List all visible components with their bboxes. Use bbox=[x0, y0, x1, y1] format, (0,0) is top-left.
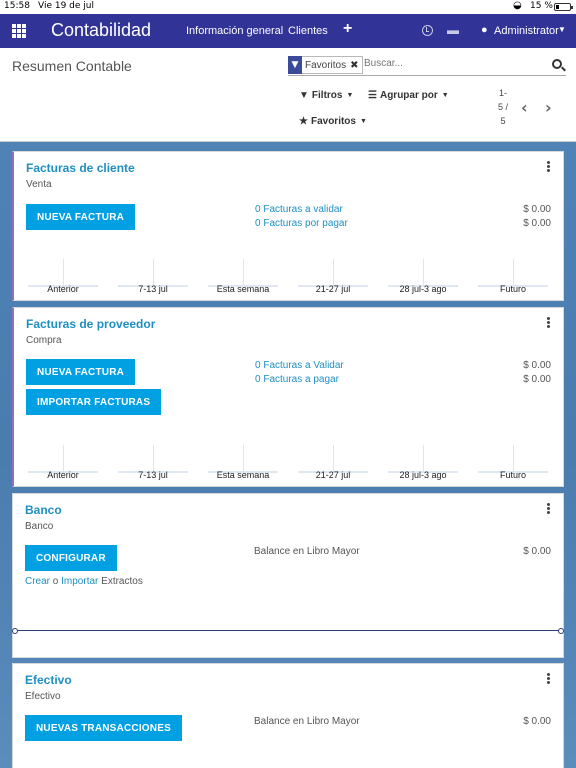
pager-value[interactable]: 1- 5 / 5 bbox=[492, 86, 514, 128]
search-icon[interactable] bbox=[552, 59, 562, 69]
search-input[interactable] bbox=[364, 58, 544, 69]
filters-dropdown[interactable]: ▼ Filtros ▼ bbox=[299, 90, 353, 101]
invoices-to-validate-link[interactable]: 0 Facturas a validar bbox=[255, 204, 343, 215]
configure-button[interactable]: CONFIGURAR bbox=[25, 545, 117, 571]
journal-card-bank: Banco Banco CONFIGURAR Balance en Libro … bbox=[12, 493, 564, 658]
kebab-menu-icon[interactable] bbox=[547, 673, 550, 685]
invoice-bar-graph[interactable]: Anterior 7-13 jul Esta semana 21-27 jul … bbox=[26, 259, 554, 294]
top-navbar: Contabilidad Información general Cliente… bbox=[0, 14, 576, 48]
filter-icon: ▼ bbox=[299, 90, 309, 101]
wifi-icon: ◒ bbox=[513, 0, 522, 11]
graph-label: 7-13 jul bbox=[138, 284, 168, 294]
amount-value: $ 0.00 bbox=[523, 546, 551, 557]
graph-label: Esta semana bbox=[216, 284, 270, 294]
caret-down-icon: ▼ bbox=[346, 92, 354, 99]
card-subtitle: Venta bbox=[26, 179, 52, 190]
amount-value: $ 0.00 bbox=[523, 204, 551, 215]
graph-label: 21-27 jul bbox=[315, 284, 351, 294]
menu-item-customers[interactable]: Clientes bbox=[288, 25, 328, 37]
kebab-menu-icon[interactable] bbox=[547, 161, 550, 173]
card-subtitle: Compra bbox=[26, 335, 62, 346]
bill-bar-graph[interactable]: Anterior 7-13 jul Esta semana 21-27 jul … bbox=[26, 445, 554, 480]
chat-icon[interactable]: ▬ bbox=[447, 23, 459, 37]
facet-label: Favoritos bbox=[305, 59, 347, 71]
caret-down-icon: ▼ bbox=[359, 118, 367, 125]
filters-label: Filtros bbox=[311, 90, 343, 101]
card-title[interactable]: Banco bbox=[25, 503, 62, 517]
balance-label: Balance en Libro Mayor bbox=[254, 546, 360, 557]
graph-label: 28 jul-3 ago bbox=[399, 284, 447, 294]
list-icon: ☰ bbox=[368, 90, 377, 101]
chevron-down-icon[interactable]: ▼ bbox=[558, 25, 566, 34]
status-date: Vie 19 de jul bbox=[38, 1, 94, 11]
user-menu[interactable]: Administrator bbox=[494, 25, 559, 37]
control-panel: Resumen Contable ▼ Favoritos ✖ ▼ Filtros… bbox=[0, 48, 576, 142]
favorites-label: Favoritos bbox=[310, 116, 356, 127]
menu-item-overview[interactable]: Información general bbox=[186, 25, 283, 37]
group-by-label: Agrupar por bbox=[379, 90, 438, 101]
pager-next-button[interactable]: › bbox=[545, 98, 552, 117]
filter-icon: ▼ bbox=[288, 55, 302, 74]
graph-label: 7-13 jul bbox=[138, 470, 168, 480]
amount-value: $ 0.00 bbox=[523, 360, 551, 371]
journal-card-customer-invoices: Facturas de cliente Venta NUEVA FACTURA … bbox=[12, 151, 564, 301]
search-bar: ▼ Favoritos ✖ bbox=[288, 55, 566, 76]
favorites-dropdown[interactable]: ★ Favoritos ▼ bbox=[299, 116, 367, 127]
statements-text: Extractos bbox=[101, 576, 143, 587]
create-import-statements: Crear o Importar Extractos bbox=[25, 576, 143, 587]
graph-label: 28 jul-3 ago bbox=[399, 470, 447, 480]
caret-down-icon: ▼ bbox=[441, 92, 449, 99]
clock-icon[interactable] bbox=[422, 25, 433, 36]
search-facet: ▼ Favoritos ✖ bbox=[288, 55, 363, 74]
bills-to-pay-link[interactable]: 0 Facturas a pagar bbox=[255, 374, 339, 385]
balance-label: Balance en Libro Mayor bbox=[254, 716, 360, 727]
journal-card-vendor-bills: Facturas de proveedor Compra NUEVA FACTU… bbox=[12, 307, 564, 487]
amount-value: $ 0.00 bbox=[523, 374, 551, 385]
user-icon: ● bbox=[481, 24, 488, 36]
status-time: 15:58 bbox=[4, 1, 30, 11]
dashboard-kanban: Facturas de cliente Venta NUEVA FACTURA … bbox=[0, 142, 576, 768]
graph-label: Anterior bbox=[47, 470, 79, 480]
card-title[interactable]: Facturas de proveedor bbox=[26, 317, 155, 331]
or-text: o bbox=[52, 576, 59, 587]
apps-grid-icon[interactable] bbox=[12, 24, 26, 38]
card-subtitle: Banco bbox=[25, 521, 54, 532]
bank-balance-line-graph[interactable] bbox=[12, 628, 564, 634]
bills-to-validate-link[interactable]: 0 Facturas a Validar bbox=[255, 360, 344, 371]
invoices-to-pay-link[interactable]: 0 Facturas por pagar bbox=[255, 218, 348, 229]
breadcrumb: Resumen Contable bbox=[12, 58, 132, 74]
graph-label: 21-27 jul bbox=[315, 470, 351, 480]
group-by-dropdown[interactable]: ☰ Agrupar por ▼ bbox=[368, 90, 449, 101]
new-invoice-button[interactable]: NUEVA FACTURA bbox=[26, 204, 136, 230]
graph-label: Esta semana bbox=[216, 470, 270, 480]
battery-percentage: 15 % bbox=[530, 1, 553, 11]
amount-value: $ 0.00 bbox=[523, 218, 551, 229]
ios-status-bar: 15:58 Vie 19 de jul ◒ 15 % bbox=[0, 0, 576, 14]
new-bill-button[interactable]: NUEVA FACTURA bbox=[26, 359, 136, 385]
amount-value: $ 0.00 bbox=[523, 716, 551, 727]
import-link[interactable]: Importar bbox=[61, 576, 98, 587]
kebab-menu-icon[interactable] bbox=[547, 503, 550, 515]
kebab-menu-icon[interactable] bbox=[547, 317, 550, 329]
card-title[interactable]: Efectivo bbox=[25, 673, 72, 687]
graph-label: Futuro bbox=[499, 284, 526, 294]
app-title[interactable]: Contabilidad bbox=[51, 20, 151, 41]
journal-card-cash: Efectivo Efectivo NUEVAS TRANSACCIONES B… bbox=[12, 663, 564, 768]
graph-label: Futuro bbox=[499, 470, 526, 480]
card-title[interactable]: Facturas de cliente bbox=[26, 161, 135, 175]
more-menu-plus-button[interactable]: + bbox=[343, 20, 352, 38]
graph-label: Anterior bbox=[47, 284, 79, 294]
close-icon[interactable]: ✖ bbox=[350, 60, 361, 71]
battery-icon bbox=[554, 3, 573, 11]
star-icon: ★ bbox=[299, 116, 308, 127]
create-link[interactable]: Crear bbox=[25, 576, 50, 587]
pager-previous-button[interactable]: ‹ bbox=[521, 98, 528, 117]
card-subtitle: Efectivo bbox=[25, 691, 61, 702]
new-transactions-button[interactable]: NUEVAS TRANSACCIONES bbox=[25, 715, 182, 741]
import-bills-button[interactable]: IMPORTAR FACTURAS bbox=[26, 389, 162, 415]
